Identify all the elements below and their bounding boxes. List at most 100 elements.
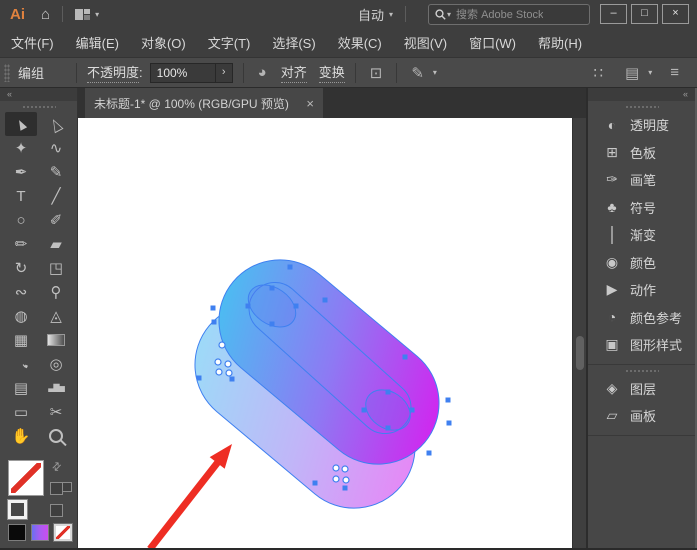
zoom-tool[interactable] (40, 424, 72, 448)
selection-tool[interactable]: ▲ (5, 112, 37, 136)
align-button[interactable]: 对齐 (281, 62, 307, 83)
opacity-dropdown-chevron[interactable]: › (216, 63, 233, 83)
symbol-sprayer-tool[interactable]: ▤ (5, 376, 37, 400)
menu-help[interactable]: 帮助(H) (527, 33, 593, 52)
chevron-down-icon[interactable]: ▾ (648, 68, 652, 77)
tiles-icon[interactable]: ∷ (593, 64, 603, 82)
gradient-button[interactable] (31, 524, 49, 541)
minimize-button[interactable]: – (600, 4, 627, 24)
drag-grip[interactable] (625, 105, 659, 109)
blend-tool[interactable]: ◎ (40, 352, 72, 376)
artboard-canvas[interactable] (78, 118, 572, 550)
eyedropper-tool[interactable]: ❜ (5, 352, 37, 376)
pencil-icon: ✏ (15, 237, 28, 252)
appearance-icon[interactable]: ◕ (258, 64, 267, 81)
column-graph-tool[interactable]: ▃▇▅ (40, 376, 72, 400)
none-button[interactable] (54, 524, 72, 541)
slice-tool[interactable]: ✂ (40, 400, 72, 424)
opacity-value-input[interactable]: 100% (150, 63, 216, 83)
menu-file[interactable]: 文件(F) (0, 33, 65, 52)
shape-builder-tool[interactable]: ◍ (5, 304, 37, 328)
color-button[interactable] (8, 524, 26, 541)
panel-artboards[interactable]: ▱ 画板 (588, 402, 695, 430)
slice-icon: ✂ (50, 405, 63, 420)
rotate-tool[interactable]: ↻ (5, 256, 37, 280)
ellipse-tool[interactable]: ○ (5, 208, 37, 232)
opacity-label[interactable]: 不透明度 (87, 62, 139, 83)
stroke-swatch[interactable] (8, 500, 27, 519)
mesh-tool[interactable]: ▦ (5, 328, 37, 352)
panel-label: 颜色 (630, 253, 656, 272)
search-input[interactable]: ▾ 搜索 Adobe Stock (428, 4, 590, 25)
panel-color-guide[interactable]: ◔ 颜色参考 (588, 304, 695, 332)
type-tool[interactable]: T (5, 184, 37, 208)
tools-collapse-button[interactable]: « (0, 88, 77, 101)
menu-edit[interactable]: 编辑(E) (65, 33, 130, 52)
paintbrush-tool[interactable]: ✐ (40, 208, 72, 232)
scale-icon: ◳ (49, 261, 63, 276)
ellipse-icon: ○ (16, 213, 25, 228)
hand-tool[interactable]: ✋ (5, 424, 37, 448)
direct-selection-tool[interactable]: △ (40, 112, 72, 136)
transform-button[interactable]: 变换 (319, 62, 345, 83)
search-icon (435, 9, 446, 20)
menu-type[interactable]: 文字(T) (197, 33, 262, 52)
divider (62, 6, 63, 22)
fill-swatch-none[interactable] (8, 460, 44, 496)
panel-color[interactable]: ◉ 颜色 (588, 249, 695, 277)
home-icon[interactable]: ⌂ (41, 6, 50, 23)
chevron-down-icon[interactable]: ▾ (389, 10, 393, 19)
maximize-button[interactable]: □ (631, 4, 658, 24)
chevron-down-icon[interactable]: ▾ (95, 10, 99, 19)
tab-close-icon[interactable]: × (306, 96, 314, 111)
line-segment-tool[interactable]: ╱ (40, 184, 72, 208)
menu-window[interactable]: 窗口(W) (458, 33, 527, 52)
panel-graphic-styles[interactable]: ▣ 图形样式 (588, 331, 695, 359)
menu-effect[interactable]: 效果(C) (327, 33, 393, 52)
dock-collapse-button[interactable]: « (588, 88, 695, 101)
gradient-3d-shape (170, 235, 464, 533)
pencil-tool[interactable]: ✏ (5, 232, 37, 256)
curvature-tool[interactable]: ✎ (40, 160, 72, 184)
lasso-icon: ∿ (50, 141, 63, 156)
workspace-switcher-icon[interactable] (75, 9, 90, 20)
chevron-down-icon[interactable]: ▾ (433, 68, 437, 77)
drag-grip[interactable] (625, 369, 659, 373)
panel-actions[interactable]: ▶ 动作 (588, 276, 695, 304)
width-tool[interactable]: ∾ (5, 280, 37, 304)
drag-grip[interactable] (22, 105, 56, 109)
panel-brushes[interactable]: ✑ 画笔 (588, 166, 695, 194)
drag-grip[interactable] (4, 64, 10, 82)
swap-fill-stroke-icon[interactable]: ⇄ (49, 459, 65, 475)
magic-wand-tool[interactable]: ✦ (5, 136, 37, 160)
close-button[interactable]: × (662, 4, 689, 24)
panel-menu-icon[interactable]: ≡ (670, 64, 679, 81)
document-tab[interactable]: 未标题-1* @ 100% (RGB/GPU 预览) × (85, 88, 323, 118)
artboard-tool[interactable]: ▭ (5, 400, 37, 424)
arrange-documents-icon[interactable]: ▤ (625, 64, 639, 82)
perspective-grid-tool[interactable]: ◬ (40, 304, 72, 328)
menu-select[interactable]: 选择(S) (261, 33, 326, 52)
scrollbar-thumb[interactable] (576, 336, 584, 370)
panel-symbols[interactable]: ♣ 符号 (588, 194, 695, 222)
swatch-mini-box[interactable] (62, 482, 72, 492)
auto-mode-dropdown[interactable]: 自动 (358, 5, 384, 24)
menu-object[interactable]: 对象(O) (130, 33, 197, 52)
panel-swatches[interactable]: ⊞ 色板 (588, 139, 695, 167)
swatch-mini-box[interactable] (50, 504, 63, 517)
panel-transparency[interactable]: ◐ 透明度 (588, 111, 695, 139)
lasso-tool[interactable]: ∿ (40, 136, 72, 160)
panel-gradient[interactable]: 渐变 (588, 221, 695, 249)
puppet-warp-tool[interactable]: ⚲ (40, 280, 72, 304)
vertical-scrollbar[interactable] (572, 118, 586, 550)
bounding-box-icon[interactable]: ⊡ (370, 64, 383, 82)
pen-tool[interactable]: ✒ (5, 160, 37, 184)
eraser-tool[interactable]: ▰ (40, 232, 72, 256)
isolate-edit-icon[interactable]: ✎ (411, 64, 424, 82)
menu-view[interactable]: 视图(V) (393, 33, 458, 52)
panel-layers[interactable]: ◈ 图层 (588, 375, 695, 403)
scale-tool[interactable]: ◳ (40, 256, 72, 280)
opacity-colon: : (139, 65, 143, 80)
gradient-tool[interactable] (40, 328, 72, 352)
panel-label: 动作 (630, 280, 656, 299)
